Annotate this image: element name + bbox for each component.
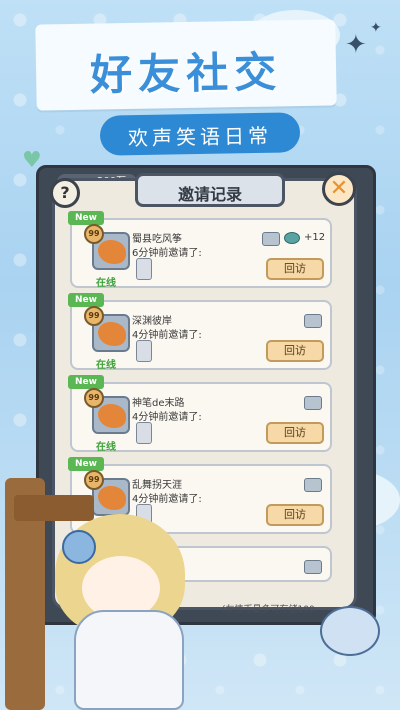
reward-box-icon (304, 396, 322, 410)
sparkle-icon: ✦ (370, 20, 382, 36)
footer-hint: (友情币最多可存储100 (222, 605, 315, 615)
avatar-image (98, 486, 126, 510)
level-badge: 99 (84, 388, 104, 408)
modal-header: 邀请记录 (135, 173, 285, 207)
visit-back-button[interactable]: 回访 (266, 340, 324, 362)
online-status: 在线 (96, 278, 116, 289)
level-badge: 99 (84, 470, 104, 490)
character-dress (74, 610, 184, 710)
visit-back-button[interactable]: 回访 (266, 422, 324, 444)
level-badge: 99 (84, 306, 104, 326)
close-button[interactable]: ✕ (322, 172, 356, 206)
flower-icon (320, 606, 380, 656)
friend-name: 乱舞拐天涯 (132, 480, 182, 491)
reward-count: +12 (304, 232, 326, 243)
gem-icon (284, 232, 300, 244)
friend-name: 神笔de末路 (132, 398, 185, 409)
invited-character-icon (136, 422, 152, 444)
new-badge: New (68, 293, 104, 307)
invite-time: 6分钟前邀请了: (132, 248, 202, 259)
level-badge: 99 (84, 224, 104, 244)
friend-name: 蜀县吃风筝 (132, 234, 182, 245)
page-subtitle: 欢声笑语日常 (127, 123, 273, 151)
invite-time: 4分钟前邀请了: (132, 412, 202, 423)
reward-box-icon (304, 560, 322, 574)
title-banner: 好友社交 (35, 19, 337, 111)
reward-box-icon (304, 314, 322, 328)
invited-character-icon (136, 258, 152, 280)
new-badge: New (68, 457, 104, 471)
invite-record-card: New 99 在线 蜀县吃风筝 6分钟前邀请了: +12 回访 (68, 211, 332, 289)
new-badge: New (68, 211, 104, 225)
sign-board (14, 495, 94, 521)
invite-record-card: New 99 在线 神笔de末路 4分钟前邀请了: 回访 (68, 375, 332, 453)
friend-name: 深渊彼岸 (132, 316, 172, 327)
online-status: 在线 (96, 360, 116, 371)
visit-back-button[interactable]: 回访 (266, 504, 324, 526)
invited-character-icon (136, 340, 152, 362)
avatar-image (98, 404, 126, 428)
sparkle-icon: ✦ (345, 30, 367, 60)
avatar-image (98, 240, 126, 264)
invite-time: 4分钟前邀请了: (132, 494, 202, 505)
flower-icon (62, 530, 96, 564)
reward-box-icon (262, 232, 280, 246)
avatar-image (98, 322, 126, 346)
visit-back-button[interactable]: 回访 (266, 258, 324, 280)
new-badge: New (68, 375, 104, 389)
subtitle-banner: 欢声笑语日常 (99, 112, 301, 156)
invite-record-card: New 99 在线 深渊彼岸 4分钟前邀请了: 回访 (68, 293, 332, 371)
invite-time: 4分钟前邀请了: (132, 330, 202, 341)
reward-box-icon (304, 478, 322, 492)
online-status: 在线 (96, 442, 116, 453)
help-button[interactable]: ? (50, 178, 80, 208)
page-title: 好友社交 (89, 47, 283, 100)
modal-title: 邀请记录 (177, 185, 242, 204)
